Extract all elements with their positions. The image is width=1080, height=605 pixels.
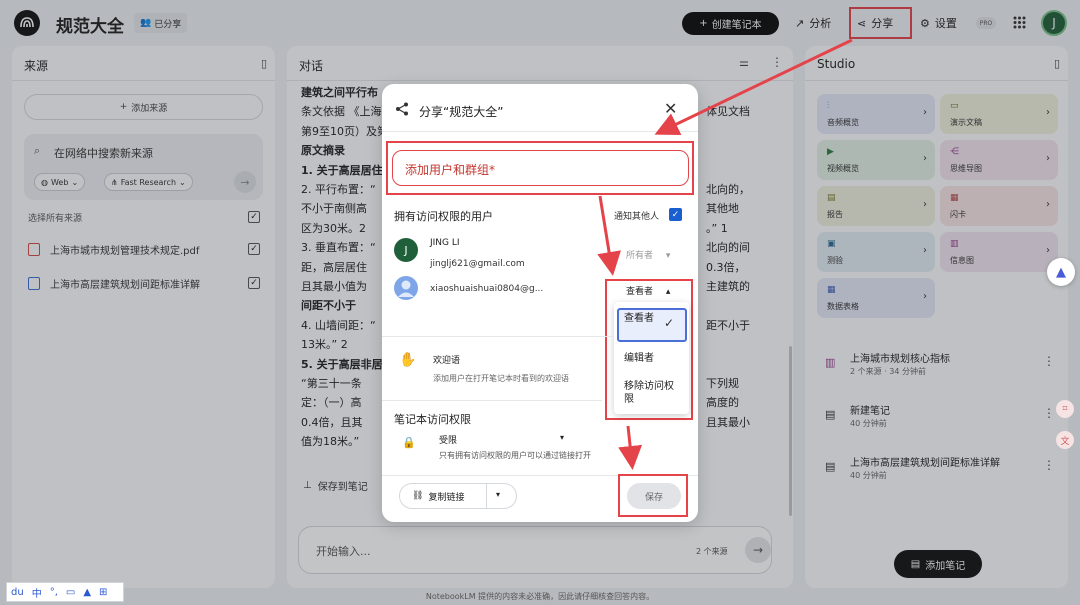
skin-icon[interactable]: ▲ bbox=[83, 587, 91, 598]
ime-logo-icon[interactable]: du bbox=[11, 587, 24, 598]
assistant-float-button[interactable]: ▲ bbox=[1047, 258, 1075, 286]
ime-mode[interactable]: 中 bbox=[32, 585, 42, 600]
arrow-input-to-role bbox=[597, 195, 621, 276]
keyboard-icon[interactable]: ▭ bbox=[66, 587, 75, 598]
annotation-arrows bbox=[597, 38, 853, 470]
scan-icon[interactable]: ⌗ bbox=[1056, 400, 1074, 418]
punctuation-icon[interactable]: °, bbox=[50, 587, 58, 598]
arrow-role-to-save bbox=[618, 425, 643, 470]
assistant-icon: ▲ bbox=[1056, 264, 1066, 280]
translate-icon[interactable]: 文 bbox=[1056, 431, 1074, 449]
ime-toolbar: du 中 °, ▭ ▲ ⊞ bbox=[6, 582, 124, 602]
arrow-share-to-input bbox=[654, 38, 853, 136]
grid-icon[interactable]: ⊞ bbox=[99, 587, 107, 598]
